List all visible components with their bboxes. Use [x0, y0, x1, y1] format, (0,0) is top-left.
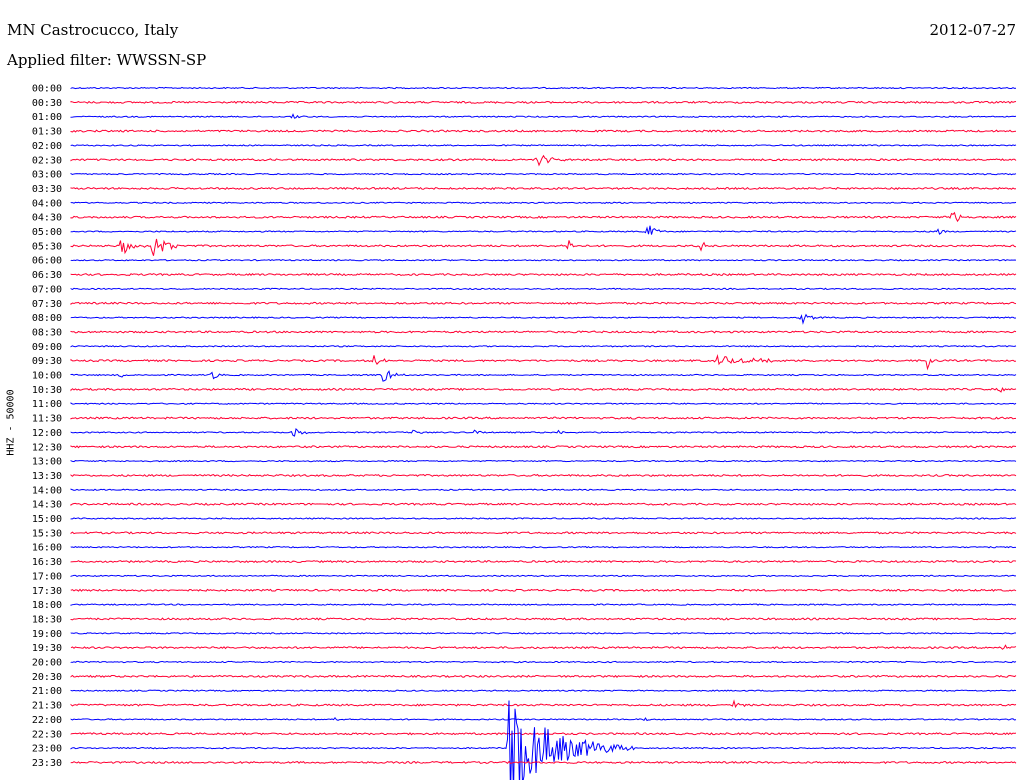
tick-label: 07:00	[32, 284, 62, 295]
trace-line	[70, 225, 1017, 235]
tick-label: 02:30	[32, 155, 62, 166]
tick-label: 23:00	[32, 744, 62, 755]
trace-line	[70, 186, 1017, 191]
tick-label: 19:30	[32, 643, 62, 654]
tick-label: 04:30	[32, 213, 62, 224]
time-tick-labels: 00:00 00:30 01:00 01:30 02:00 02:30 03:00 03:30…	[32, 84, 62, 769]
tick-label: 21:30	[32, 701, 62, 712]
trace-line	[70, 700, 1017, 780]
trace-line	[70, 689, 1017, 692]
tick-label: 23:30	[32, 758, 62, 769]
trace-line	[70, 531, 1017, 535]
trace-line	[70, 402, 1017, 405]
trace-line	[70, 272, 1017, 277]
trace-line	[70, 545, 1017, 549]
tick-label: 11:00	[32, 399, 62, 410]
trace-line	[70, 287, 1017, 291]
trace-line	[70, 488, 1017, 492]
trace-line	[70, 502, 1017, 506]
tick-label: 00:30	[32, 98, 62, 109]
trace-line	[70, 674, 1017, 678]
tick-label: 13:30	[32, 471, 62, 482]
trace-line	[70, 313, 1017, 325]
tick-label: 12:30	[32, 442, 62, 453]
tick-label: 15:00	[32, 514, 62, 525]
trace-line	[70, 201, 1017, 204]
tick-label: 15:30	[32, 528, 62, 539]
tick-label: 01:30	[32, 127, 62, 138]
tick-label: 14:00	[32, 485, 62, 496]
tick-label: 20:30	[32, 672, 62, 683]
tick-label: 03:30	[32, 184, 62, 195]
trace-line	[70, 517, 1017, 520]
tick-label: 04:00	[32, 198, 62, 209]
tick-label: 05:30	[32, 241, 62, 252]
tick-label: 21:00	[32, 686, 62, 697]
trace-line	[70, 644, 1017, 650]
trace-line	[70, 354, 1017, 371]
tick-label: 01:00	[32, 112, 62, 123]
trace-line	[70, 113, 1017, 119]
tick-label: 18:30	[32, 614, 62, 625]
tick-label: 18:00	[32, 600, 62, 611]
trace-line	[70, 211, 1017, 223]
trace-line	[70, 459, 1017, 463]
tick-label: 09:00	[32, 342, 62, 353]
trace-line	[70, 259, 1017, 262]
trace-line	[70, 760, 1017, 765]
tick-label: 06:30	[32, 270, 62, 281]
trace-line	[70, 416, 1017, 420]
trace-line	[70, 732, 1017, 736]
trace-line	[70, 386, 1017, 393]
helicorder-plot: 00:00 00:30 01:00 01:30 02:00 02:30 03:00 03:30…	[32, 84, 1017, 780]
tick-label: 06:00	[32, 256, 62, 267]
trace-line	[70, 574, 1017, 578]
tick-label: 00:00	[32, 84, 62, 95]
trace-line	[70, 154, 1017, 167]
tick-label: 08:30	[32, 327, 62, 338]
trace-line	[70, 716, 1017, 722]
trace-line	[70, 129, 1017, 133]
tick-label: 03:00	[32, 170, 62, 181]
tick-label: 09:30	[32, 356, 62, 367]
seismic-traces	[70, 86, 1017, 780]
tick-label: 17:30	[32, 586, 62, 597]
tick-label: 16:00	[32, 543, 62, 554]
tick-label: 17:00	[32, 571, 62, 582]
tick-label: 10:00	[32, 371, 62, 382]
trace-line	[70, 172, 1017, 176]
trace-line	[70, 632, 1017, 635]
trace-line	[70, 660, 1017, 664]
trace-line	[70, 588, 1017, 592]
trace-line	[70, 428, 1017, 437]
trace-line	[70, 100, 1017, 104]
trace-line	[70, 330, 1017, 334]
tick-label: 13:00	[32, 457, 62, 468]
trace-line	[70, 238, 1017, 256]
trace-line	[70, 699, 1017, 709]
tick-label: 20:00	[32, 658, 62, 669]
tick-label: 10:30	[32, 385, 62, 396]
tick-label: 08:00	[32, 313, 62, 324]
tick-label: 19:00	[32, 629, 62, 640]
tick-label: 12:00	[32, 428, 62, 439]
trace-line	[70, 301, 1017, 306]
tick-label: 05:00	[32, 227, 62, 238]
trace-line	[70, 445, 1017, 449]
tick-label: 07:30	[32, 299, 62, 310]
trace-line	[70, 603, 1017, 606]
tick-label: 22:00	[32, 715, 62, 726]
trace-line	[70, 473, 1017, 478]
tick-label: 22:30	[32, 729, 62, 740]
trace-line	[70, 370, 1017, 382]
tick-label: 02:00	[32, 141, 62, 152]
tick-label: 11:30	[32, 414, 62, 425]
tick-label: 14:30	[32, 500, 62, 511]
trace-line	[70, 86, 1017, 90]
trace-line	[70, 559, 1017, 564]
trace-line	[70, 345, 1017, 348]
tick-label: 16:30	[32, 557, 62, 568]
trace-line	[70, 617, 1017, 621]
trace-line	[70, 144, 1017, 147]
